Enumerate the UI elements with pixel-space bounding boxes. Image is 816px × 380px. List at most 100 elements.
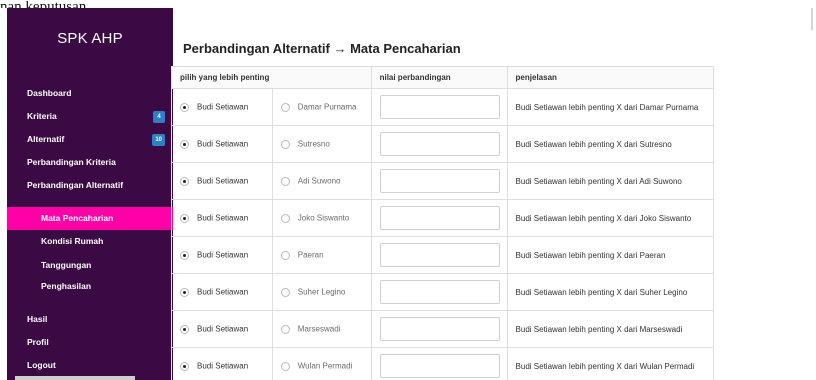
right-alternative-cell[interactable]: Paeran <box>271 236 372 274</box>
right-alternative-cell[interactable]: Adi Suwono <box>271 162 372 200</box>
radio-right[interactable] <box>280 324 290 334</box>
sidebar-item-hasil[interactable]: Hasil <box>7 308 173 331</box>
sidebar-item-label: Logout <box>27 360 56 370</box>
radio-right[interactable] <box>280 139 290 149</box>
table-row: Budi Setiawan Marseswadi Budi Setiawan leb… <box>171 310 715 348</box>
right-alternative-label: Marseswadi <box>297 324 341 334</box>
left-alternative-label: Budi Setiawan <box>197 287 249 297</box>
comparison-table: pilih yang lebih penting nilai perbandin… <box>171 66 715 380</box>
sidebar: SPK AHP Dashboard Kriteria 4 Alternatif 10… <box>7 8 173 380</box>
left-alternative-cell[interactable]: Budi Setiawan <box>171 88 273 126</box>
radio-left-selected[interactable] <box>180 176 189 186</box>
sidebar-subitem-penghasilan[interactable]: Penghasilan <box>7 275 173 298</box>
comparison-value-input[interactable] <box>379 132 500 156</box>
radio-left-selected[interactable] <box>180 213 189 223</box>
sidebar-item-perbandingan-alternatif[interactable]: Perbandingan Alternatif <box>7 174 173 197</box>
explanation-cell: Budi Setiawan lebih penting X dari Joko … <box>506 199 715 237</box>
explanation-cell: Budi Setiawan lebih penting X dari Adi S… <box>506 162 715 200</box>
table-row: Budi Setiawan Wulan Permadi Budi Setiawan … <box>171 347 715 380</box>
sidebar-item-profil[interactable]: Profil <box>7 331 173 354</box>
comparison-value-input[interactable] <box>379 169 500 193</box>
radio-left-selected[interactable] <box>180 250 189 260</box>
left-alternative-cell[interactable]: Budi Setiawan <box>171 125 273 163</box>
left-alternative-cell[interactable]: Budi Setiawan <box>171 310 273 348</box>
sidebar-subitem-kondisi-rumah[interactable]: Kondisi Rumah <box>7 230 173 253</box>
right-alternative-label: Wulan Permadi <box>297 361 353 371</box>
left-alternative-label: Budi Setiawan <box>197 102 249 112</box>
radio-right[interactable] <box>280 361 290 371</box>
right-alternative-cell[interactable]: Joko Siswanto <box>271 199 372 237</box>
right-alternative-label: Joko Siswanto <box>297 213 350 223</box>
radio-right[interactable] <box>280 102 290 112</box>
explanation-cell: Budi Setiawan lebih penting X dari Sutre… <box>506 125 715 163</box>
column-header-penjelasan: penjelasan <box>506 66 715 89</box>
radio-right[interactable] <box>280 213 290 223</box>
explanation-cell: Budi Setiawan lebih penting X dari Wulan… <box>506 347 715 380</box>
left-alternative-cell[interactable]: Budi Setiawan <box>171 199 273 237</box>
value-cell <box>370 199 508 237</box>
radio-left-selected[interactable] <box>180 287 189 297</box>
page-title: Perbandingan Alternatif → Mata Pencahari… <box>183 41 461 56</box>
sidebar-subitem-mata-pencaharian[interactable]: Mata Pencaharian <box>7 207 173 230</box>
left-alternative-cell[interactable]: Budi Setiawan <box>171 347 273 380</box>
table-header-row: pilih yang lebih penting nilai perbandin… <box>171 66 715 89</box>
right-alternative-cell[interactable]: Damar Purnama <box>271 88 372 126</box>
sidebar-item-alternatif[interactable]: Alternatif 10 <box>7 128 173 151</box>
count-badge: 4 <box>153 111 165 123</box>
sidebar-item-perbandingan-kriteria[interactable]: Perbandingan Kriteria <box>7 151 173 174</box>
radio-left-selected[interactable] <box>180 324 189 334</box>
radio-right[interactable] <box>280 176 290 186</box>
explanation-cell: Budi Setiawan lebih penting X dari Paera… <box>506 236 715 274</box>
value-cell <box>370 125 508 163</box>
right-alternative-cell[interactable]: Wulan Permadi <box>271 347 372 380</box>
right-alternative-cell[interactable]: Suher Legino <box>271 273 372 311</box>
sidebar-item-kriteria[interactable]: Kriteria 4 <box>7 105 173 128</box>
count-badge: 10 <box>152 134 165 146</box>
left-alternative-label: Budi Setiawan <box>197 176 249 186</box>
explanation-cell: Budi Setiawan lebih penting X dari Marse… <box>506 310 715 348</box>
comparison-value-input[interactable] <box>379 95 500 119</box>
value-cell <box>370 88 508 126</box>
sidebar-item-label: Perbandingan Kriteria <box>27 157 116 167</box>
sidebar-item-label: Mata Pencaharian <box>41 213 114 223</box>
right-alternative-label: Adi Suwono <box>297 176 341 186</box>
table-row: Budi Setiawan Paeran Budi Setiawan lebih p… <box>171 236 715 274</box>
comparison-value-input[interactable] <box>379 243 500 267</box>
right-alternative-cell[interactable]: Marseswadi <box>271 310 372 348</box>
sidebar-item-label: Penghasilan <box>41 281 92 291</box>
left-alternative-label: Budi Setiawan <box>197 139 249 149</box>
sidebar-item-dashboard[interactable]: Dashboard <box>7 82 173 105</box>
left-alternative-label: Budi Setiawan <box>197 250 249 260</box>
comparison-value-input[interactable] <box>379 317 500 341</box>
explanation-cell: Budi Setiawan lebih penting X dari Damar… <box>506 88 715 126</box>
right-alternative-label: Paeran <box>297 250 324 260</box>
table-row: Budi Setiawan Sutresno Budi Setiawan lebih… <box>171 125 715 163</box>
table-row: Budi Setiawan Adi Suwono Budi Setiawan leb… <box>171 162 715 200</box>
left-alternative-cell[interactable]: Budi Setiawan <box>171 273 273 311</box>
window-edge <box>811 8 813 30</box>
radio-left-selected[interactable] <box>180 139 189 149</box>
table-row: Budi Setiawan Suher Legino Budi Setiawan l… <box>171 273 715 311</box>
sidebar-item-label: Hasil <box>27 314 48 324</box>
radio-right[interactable] <box>280 250 290 260</box>
sidebar-scrollbar[interactable] <box>15 376 135 380</box>
right-alternative-cell[interactable]: Sutresno <box>271 125 372 163</box>
right-alternative-label: Damar Purnama <box>297 102 357 112</box>
radio-left-selected[interactable] <box>180 361 189 371</box>
sidebar-item-logout[interactable]: Logout <box>7 354 173 377</box>
brand-title[interactable]: SPK AHP <box>7 30 173 47</box>
table-row: Budi Setiawan Damar Purnama Budi Setiawan … <box>171 88 715 126</box>
left-alternative-cell[interactable]: Budi Setiawan <box>171 236 273 274</box>
sidebar-item-label: Dashboard <box>27 88 72 98</box>
table-row: Budi Setiawan Joko Siswanto Budi Setiawan … <box>171 199 715 237</box>
value-cell <box>370 236 508 274</box>
sidebar-item-label: Tanggungan <box>41 260 92 270</box>
value-cell <box>370 273 508 311</box>
left-alternative-cell[interactable]: Budi Setiawan <box>171 162 273 200</box>
comparison-value-input[interactable] <box>379 206 500 230</box>
sidebar-item-label: Kriteria <box>27 111 57 121</box>
radio-left-selected[interactable] <box>180 102 189 112</box>
comparison-value-input[interactable] <box>379 280 500 304</box>
comparison-value-input[interactable] <box>379 354 500 378</box>
radio-right[interactable] <box>280 287 290 297</box>
